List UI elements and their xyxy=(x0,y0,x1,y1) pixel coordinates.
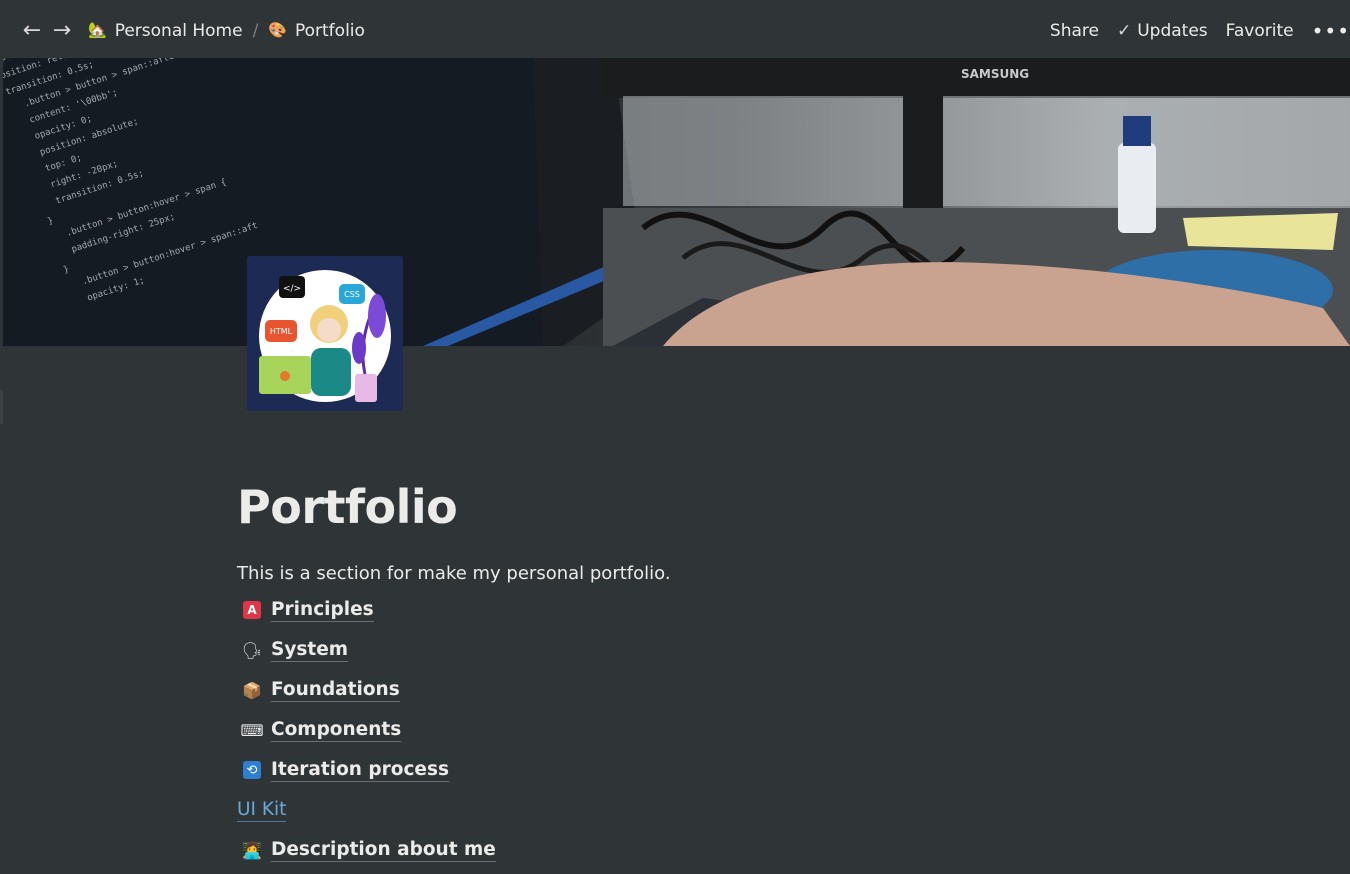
page-title[interactable]: Portfolio xyxy=(237,475,1137,539)
updates-button[interactable]: ✓ Updates xyxy=(1117,21,1208,41)
house-icon: 🏡 xyxy=(88,21,107,39)
page-icon[interactable]: </> CSS HTML xyxy=(247,256,403,411)
page-description[interactable]: This is a section for make my personal p… xyxy=(237,562,1137,586)
ui-kit-link[interactable]: UI Kit xyxy=(237,799,287,822)
letter-a-icon: A xyxy=(241,599,263,621)
repeat-icon: ⟲ xyxy=(241,759,263,781)
back-arrow-icon[interactable]: ← xyxy=(20,18,44,43)
top-actions: Share ✓ Updates Favorite ••• xyxy=(1050,19,1350,43)
resize-edge[interactable] xyxy=(0,390,3,424)
keyboard-icon: ⌨ xyxy=(240,720,264,740)
top-bar: ← → 🏡 Personal Home / 🎨 Portfolio Share … xyxy=(3,3,1350,58)
breadcrumb-personal-home[interactable]: 🏡 Personal Home xyxy=(84,17,247,45)
breadcrumb-label: Portfolio xyxy=(294,20,365,41)
page-link-system[interactable]: 🗣 System xyxy=(237,630,1137,670)
ui-kit-row: UI Kit xyxy=(237,790,1137,830)
page-link-label: Iteration process xyxy=(271,758,449,782)
breadcrumb-portfolio[interactable]: 🎨 Portfolio xyxy=(264,17,369,45)
cover-image[interactable]: SAMSUNG splay: inline-block;osition: rel… xyxy=(3,58,1350,346)
page-link-foundations[interactable]: 📦 Foundations xyxy=(237,670,1137,710)
speaking-head-icon: 🗣 xyxy=(241,640,263,660)
page-link-principles[interactable]: A Principles xyxy=(237,590,1137,630)
page-link-label: Description about me xyxy=(271,838,496,862)
artist-palette-icon: 🎨 xyxy=(268,21,287,39)
page-link-label: Components xyxy=(271,718,402,742)
developer-illustration-icon: </> CSS HTML xyxy=(247,256,403,411)
more-options-icon[interactable]: ••• xyxy=(1312,19,1350,43)
favorite-button[interactable]: Favorite xyxy=(1226,21,1294,41)
css-bubble-text: CSS xyxy=(344,290,360,299)
page-link-description-about-me[interactable]: 👩‍💻 Description about me xyxy=(237,830,1137,870)
checkmark-icon: ✓ xyxy=(1116,20,1132,41)
code-bubble-text: </> xyxy=(283,284,301,294)
page-link-components[interactable]: ⌨ Components xyxy=(237,710,1137,750)
forward-arrow-icon[interactable]: → xyxy=(50,18,74,43)
page-content: Portfolio This is a section for make my … xyxy=(237,475,1137,870)
page-links-list: A Principles 🗣 System 📦 Foundations ⌨ Co… xyxy=(237,590,1137,870)
html-bubble-text: HTML xyxy=(270,327,293,336)
woman-technologist-icon: 👩‍💻 xyxy=(242,840,262,860)
package-icon: 📦 xyxy=(242,680,262,700)
updates-label: Updates xyxy=(1137,20,1208,41)
share-button[interactable]: Share xyxy=(1050,21,1099,41)
monitor-brand-text: SAMSUNG xyxy=(961,67,1029,81)
page-link-label: Foundations xyxy=(271,678,400,702)
notion-window: ← → 🏡 Personal Home / 🎨 Portfolio Share … xyxy=(0,0,1350,874)
page-link-label: System xyxy=(271,638,349,662)
breadcrumb-label: Personal Home xyxy=(114,20,243,41)
breadcrumb-separator: / xyxy=(252,20,259,41)
page-link-label: Principles xyxy=(271,598,374,622)
page-link-iteration-process[interactable]: ⟲ Iteration process xyxy=(237,750,1137,790)
